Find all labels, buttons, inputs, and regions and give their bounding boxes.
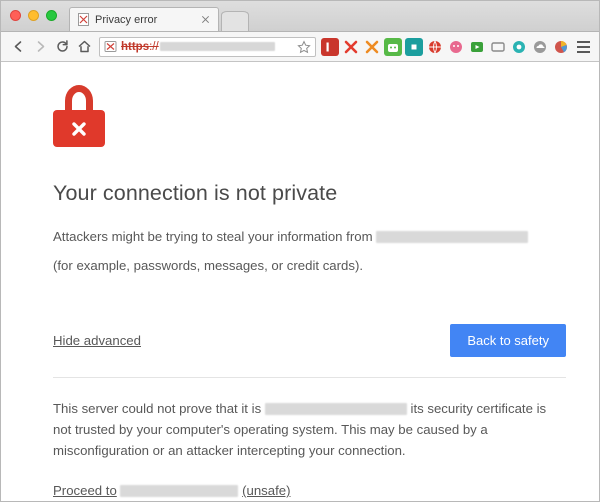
- extension-multicolor-ball[interactable]: [552, 38, 570, 56]
- redacted-hostname: [376, 231, 529, 243]
- extension-gray-cloud[interactable]: [531, 38, 549, 56]
- extensions-bar: [321, 37, 570, 56]
- proceed-link-suffix[interactable]: (unsafe): [242, 483, 290, 498]
- tab-strip: Privacy error: [69, 7, 249, 31]
- close-window-button[interactable]: [10, 10, 21, 21]
- extension-gray-screen[interactable]: [489, 38, 507, 56]
- back-icon[interactable]: [7, 36, 29, 58]
- forward-icon[interactable]: [29, 36, 51, 58]
- redacted-hostname: [120, 485, 239, 497]
- certificate-warning-icon[interactable]: [104, 40, 117, 53]
- extension-red-book[interactable]: [321, 37, 339, 56]
- advanced-paragraph: This server could not prove that it is i…: [53, 398, 566, 461]
- warning-paragraph-1: Attackers might be trying to steal your …: [53, 226, 566, 247]
- warning-paragraph-2: (for example, passwords, messages, or cr…: [53, 258, 364, 273]
- url-scheme-separator: ://: [149, 40, 159, 53]
- actions-row: Hide advanced Back to safety: [53, 324, 566, 357]
- extension-teal-circle[interactable]: [510, 38, 528, 56]
- tab-title: Privacy error: [95, 13, 158, 26]
- broken-page-icon: [77, 13, 90, 26]
- extension-x-orange[interactable]: [363, 38, 381, 56]
- address-bar[interactable]: https ://: [99, 36, 316, 57]
- divider: [53, 377, 566, 378]
- page-title: Your connection is not private: [53, 181, 338, 205]
- extension-red-globe[interactable]: [426, 38, 444, 56]
- menu-icon[interactable]: [573, 37, 593, 57]
- red-padlock-error-icon: [53, 85, 105, 147]
- new-tab-button[interactable]: [221, 11, 249, 31]
- extension-pink-face[interactable]: [447, 38, 465, 56]
- advanced-text-before: This server could not prove that it is: [53, 401, 262, 416]
- reload-icon[interactable]: [51, 36, 73, 58]
- title-bar: Privacy error: [1, 1, 599, 32]
- window-controls: [10, 10, 57, 21]
- minimize-window-button[interactable]: [28, 10, 39, 21]
- extension-x-red[interactable]: [342, 38, 360, 56]
- close-icon[interactable]: [199, 13, 212, 26]
- star-icon[interactable]: [297, 39, 311, 54]
- warning-paragraph-1-text: Attackers might be trying to steal your …: [53, 229, 373, 244]
- home-icon[interactable]: [73, 36, 95, 58]
- hide-advanced-link[interactable]: Hide advanced: [53, 333, 141, 348]
- advanced-details: This server could not prove that it is i…: [53, 398, 566, 500]
- tab-privacy-error[interactable]: Privacy error: [69, 7, 219, 31]
- back-to-safety-button[interactable]: Back to safety: [450, 324, 566, 357]
- extension-green-robot[interactable]: [384, 37, 402, 56]
- url-scheme: https: [121, 40, 150, 53]
- proceed-row: Proceed to (unsafe): [53, 483, 566, 498]
- error-page: Your connection is not private Attackers…: [2, 63, 598, 500]
- browser-window: Privacy error https:// Your connection …: [0, 0, 600, 502]
- extension-teal-box[interactable]: [405, 37, 423, 56]
- browser-toolbar: https ://: [1, 32, 599, 62]
- maximize-window-button[interactable]: [46, 10, 57, 21]
- extension-green-play[interactable]: [468, 38, 486, 56]
- redacted-hostname: [264, 403, 407, 415]
- url-host-redacted: [159, 42, 275, 51]
- proceed-link-prefix[interactable]: Proceed to: [53, 483, 117, 498]
